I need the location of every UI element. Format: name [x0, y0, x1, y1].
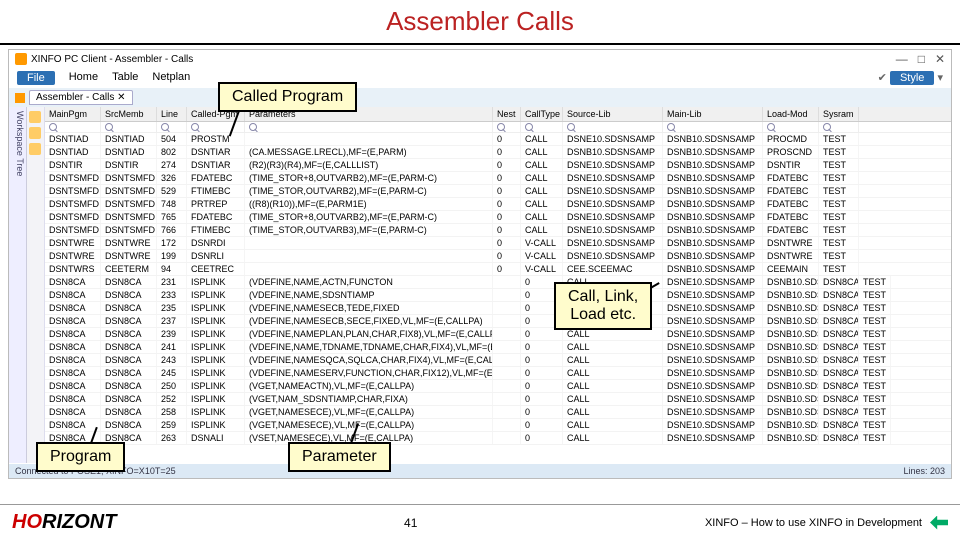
table-row[interactable]: DSNTIADDSNTIAD802DSNTIAR(CA.MESSAGE.LREC… [45, 146, 951, 159]
filter-calltype[interactable] [521, 122, 563, 132]
status-right: Lines: 203 [903, 466, 945, 476]
table-row[interactable]: DSN8CADSN8CA263DSNALI(VSET,NAMESECE),VL,… [45, 432, 951, 445]
filter-sysram[interactable] [819, 122, 859, 132]
col-main-lib[interactable]: Main-Lib [663, 107, 763, 121]
menubar: File Home Table Netplan ✔ Style ▾ [9, 68, 951, 88]
table-row[interactable]: DSN8CADSN8CA245ISPLINK(VDEFINE,NAMESERV,… [45, 367, 951, 380]
table-row[interactable]: DSN8CADSN8CA235ISPLINK(VDEFINE,NAMESECB,… [45, 302, 951, 315]
callout-called-program: Called Program [218, 82, 357, 112]
close-icon[interactable]: ✕ [935, 52, 945, 66]
filter-load-mod[interactable] [763, 122, 819, 132]
titlebar: XINFO PC Client - Assembler - Calls — □ … [9, 50, 951, 68]
table-row[interactable]: DSNTSMFDDSNTSMFD766FTIMEBC(TIME_STOR,OUT… [45, 224, 951, 237]
col-load-mod[interactable]: Load-Mod [763, 107, 819, 121]
window-title: XINFO PC Client - Assembler - Calls [31, 54, 193, 65]
table-row[interactable]: DSN8CADSN8CA233ISPLINK(VDEFINE,NAME,SDSN… [45, 289, 951, 302]
menu-netplan[interactable]: Netplan [152, 71, 190, 85]
col-calltype[interactable]: CallType [521, 107, 563, 121]
app-icon [15, 53, 27, 65]
callout-program: Program [36, 442, 125, 472]
table-row[interactable]: DSN8CADSN8CA243ISPLINK(VDEFINE,NAMESQCA,… [45, 354, 951, 367]
filter-srcmemb[interactable] [101, 122, 157, 132]
title-rule [0, 43, 960, 45]
slide-title: Assembler Calls [0, 0, 960, 43]
col-line[interactable]: Line [157, 107, 187, 121]
footer-right: XINFO – How to use XINFO in Development [705, 516, 948, 530]
menu-file[interactable]: File [17, 71, 55, 85]
workspace: Workspace Tree MainPgmSrcMembLineCalled-… [9, 107, 951, 463]
app-window: XINFO PC Client - Assembler - Calls — □ … [8, 49, 952, 479]
tree-icon[interactable] [15, 93, 25, 103]
col-mainpgm[interactable]: MainPgm [45, 107, 101, 121]
table-row[interactable]: DSNTSMFDDSNTSMFD529FTIMEBC(TIME_STOR,OUT… [45, 185, 951, 198]
window-controls[interactable]: — □ ✕ [896, 52, 945, 66]
col-nest[interactable]: Nest [493, 107, 521, 121]
nav-back-icon[interactable] [930, 516, 948, 530]
footer-page: 41 [404, 516, 417, 530]
filter-line[interactable] [157, 122, 187, 132]
table-row[interactable]: DSNTWRSCEETERM94CEETREC0V-CALLCEE.SCEEMA… [45, 263, 951, 276]
menu-table[interactable]: Table [112, 71, 138, 85]
table-row[interactable]: DSN8CADSN8CA231ISPLINK(VDEFINE,NAME,ACTN… [45, 276, 951, 289]
table-row[interactable]: DSNTWREDSNTWRE172DSNRDI0V-CALLDSNE10.SDS… [45, 237, 951, 250]
table-row[interactable]: DSNTSMFDDSNTSMFD326FDATEBC(TIME_STOR+8,O… [45, 172, 951, 185]
table-row[interactable]: DSNTSMFDDSNTSMFD748PRTREP((R8)(R10)),MF=… [45, 198, 951, 211]
footer: HORIZONT 41 XINFO – How to use XINFO in … [0, 504, 960, 540]
menu-style[interactable]: ✔ Style ▾ [878, 71, 943, 85]
tool-icon-1[interactable] [29, 111, 41, 123]
table-row[interactable]: DSN8CADSN8CA239ISPLINK(VDEFINE,NAMEPLAN,… [45, 328, 951, 341]
table-row[interactable]: DSNTIRDSNTIR274DSNTIAR(R2)(R3)(R4),MF=(E… [45, 159, 951, 172]
tool-icon-3[interactable] [29, 143, 41, 155]
filter-main-lib[interactable] [663, 122, 763, 132]
minimize-icon[interactable]: — [896, 52, 908, 66]
filter-parameters[interactable] [245, 122, 493, 132]
sidebar-tool-icons [27, 107, 45, 463]
sidebar-workspace-tree[interactable]: Workspace Tree [9, 107, 27, 463]
callout-parameter: Parameter [288, 442, 391, 472]
grid: MainPgmSrcMembLineCalled-PgmParametersNe… [45, 107, 951, 463]
menu-home[interactable]: Home [69, 71, 98, 85]
statusbar: Connected to POSE1, XINFO=X10T=25 Lines:… [9, 464, 951, 478]
table-row[interactable]: DSN8CADSN8CA241ISPLINK(VDEFINE,NAME,TDNA… [45, 341, 951, 354]
table-row[interactable]: DSNTSMFDDSNTSMFD765FDATEBC(TIME_STOR+8,O… [45, 211, 951, 224]
maximize-icon[interactable]: □ [918, 52, 925, 66]
col-srcmemb[interactable]: SrcMemb [101, 107, 157, 121]
table-row[interactable]: DSNTWREDSNTWRE199DSNRLI0V-CALLDSNE10.SDS… [45, 250, 951, 263]
grid-body: DSNTIADDSNTIAD504PROSTM0CALLDSNE10.SDSNS… [45, 133, 951, 445]
table-row[interactable]: DSN8CADSN8CA258ISPLINK(VGET,NAMESECE),VL… [45, 406, 951, 419]
filter-called-pgm[interactable] [187, 122, 245, 132]
callout-call-link: Call, Link, Load etc. [554, 282, 652, 330]
table-row[interactable]: DSN8CADSN8CA259ISPLINK(VGET,NAMESECE),VL… [45, 419, 951, 432]
tool-icon-2[interactable] [29, 127, 41, 139]
col-source-lib[interactable]: Source-Lib [563, 107, 663, 121]
filter-mainpgm[interactable] [45, 122, 101, 132]
grid-header: MainPgmSrcMembLineCalled-PgmParametersNe… [45, 107, 951, 122]
tab-assembler-calls[interactable]: Assembler - Calls ✕ [29, 90, 133, 105]
filter-nest[interactable] [493, 122, 521, 132]
grid-filter-row [45, 122, 951, 133]
table-row[interactable]: DSN8CADSN8CA237ISPLINK(VDEFINE,NAMESECB,… [45, 315, 951, 328]
filter-source-lib[interactable] [563, 122, 663, 132]
col-sysram[interactable]: Sysram [819, 107, 859, 121]
table-row[interactable]: DSN8CADSN8CA252ISPLINK(VGET,NAM_SDSNTIAM… [45, 393, 951, 406]
table-row[interactable]: DSNTIADDSNTIAD504PROSTM0CALLDSNE10.SDSNS… [45, 133, 951, 146]
footer-brand: HORIZONT [12, 511, 116, 534]
tabbar: Assembler - Calls ✕ [9, 88, 951, 107]
table-row[interactable]: DSN8CADSN8CA250ISPLINK(VGET,NAMEACTN),VL… [45, 380, 951, 393]
